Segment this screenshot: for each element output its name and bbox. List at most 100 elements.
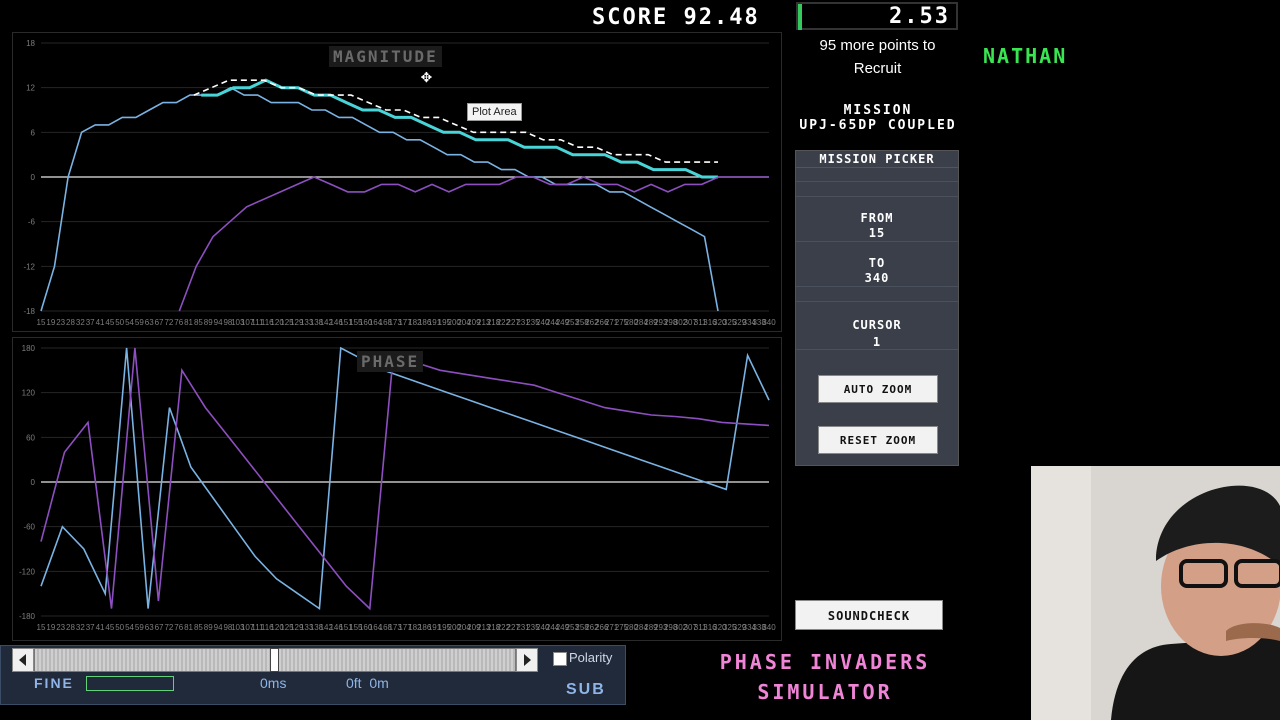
recruit-message: 95 more points to Recruit (800, 34, 955, 80)
from-value[interactable]: 15 (796, 226, 958, 240)
x-tick-label: 76 (174, 623, 183, 632)
x-tick-label: 89 (204, 318, 213, 327)
score-display: SCORE 92.48 (592, 5, 760, 30)
mission-name: UPJ-65DP COUPLED (799, 118, 957, 133)
mission-picker-title: MISSION PICKER (796, 151, 958, 168)
x-tick-label: 81 (184, 318, 193, 327)
fine-label: FINE (34, 675, 74, 691)
divider (796, 181, 958, 182)
fine-slider[interactable] (86, 676, 174, 691)
soundcheck-button[interactable]: SOUNDCHECK (795, 600, 943, 630)
score-box: 2.53 (796, 2, 958, 30)
y-tick-label: -180 (19, 612, 36, 621)
x-tick-label: 63 (145, 318, 154, 327)
y-tick-label: -120 (19, 567, 36, 576)
y-tick-label: -6 (28, 218, 36, 227)
polarity-checkbox[interactable] (553, 652, 567, 666)
app-title-line-1: PHASE INVADERS (719, 650, 931, 674)
x-tick-label: 85 (194, 623, 203, 632)
y-tick-label: -60 (23, 523, 35, 532)
player-name: NATHAN (983, 44, 1068, 68)
slider-thumb[interactable] (270, 648, 279, 672)
x-tick-label: 67 (155, 623, 164, 632)
x-tick-label: 37 (86, 318, 95, 327)
x-tick-label: 50 (115, 318, 124, 327)
x-tick-label: 45 (105, 623, 114, 632)
x-tick-label: 94 (214, 318, 223, 327)
divider (796, 196, 958, 197)
x-tick-label: 15 (37, 623, 46, 632)
scroll-right-button[interactable] (516, 648, 538, 672)
x-tick-label: 32 (76, 623, 85, 632)
cursor-value[interactable]: 1 (796, 335, 958, 349)
series-line-cyan (201, 78, 718, 179)
x-tick-label: 94 (214, 623, 223, 632)
divider (796, 241, 958, 242)
score-value: 92.48 (683, 5, 760, 30)
to-value[interactable]: 340 (796, 271, 958, 285)
x-tick-label: 15 (37, 318, 46, 327)
x-tick-label: 50 (115, 623, 124, 632)
x-tick-label: 19 (46, 318, 55, 327)
mission-picker-panel: MISSION PICKER FROM 15 TO 340 CURSOR 1 (795, 150, 959, 466)
delay-ms-readout: 0ms (260, 675, 287, 691)
score-box-indicator (798, 4, 802, 30)
x-tick-label: 340 (762, 318, 776, 327)
y-tick-label: 0 (31, 478, 36, 487)
magnitude-plot[interactable]: 18 12 6 0 -6 -12 -1815 19 23 28 32 37 41 45 50 54 59 63 67… (13, 33, 781, 331)
divider (796, 349, 958, 350)
x-tick-label: 28 (66, 318, 75, 327)
x-tick-label: 32 (76, 318, 85, 327)
x-tick-label: 76 (174, 318, 183, 327)
webcam-person-image (1031, 466, 1280, 720)
distance-readout: 0ft 0m (346, 675, 389, 691)
y-tick-label: 120 (22, 389, 36, 398)
y-tick-label: 180 (22, 344, 36, 353)
x-tick-label: 37 (86, 623, 95, 632)
x-tick-label: 340 (762, 623, 776, 632)
move-cursor-icon: ✥ (421, 66, 432, 87)
y-tick-label: -18 (23, 307, 35, 316)
reset-zoom-button[interactable]: RESET ZOOM (818, 426, 938, 454)
x-tick-label: 28 (66, 623, 75, 632)
to-label: TO (868, 256, 886, 270)
x-tick-label: 19 (46, 623, 55, 632)
recruit-line-2: Recruit (853, 60, 902, 77)
x-tick-label: 41 (96, 318, 105, 327)
phase-plot[interactable]: 180 120 60 0 -60 -120 -18015 19 23 28 32 37 41 45 50 54… (13, 338, 781, 640)
mission-info: MISSION UPJ-65DP COUPLED (780, 103, 976, 133)
x-tick-label: 41 (96, 623, 105, 632)
x-tick-label: 45 (105, 318, 114, 327)
x-tick-label: 85 (194, 318, 203, 327)
webcam-feed (1031, 466, 1280, 720)
x-tick-label: 72 (164, 318, 173, 327)
magnitude-chart[interactable]: 18 12 6 0 -6 -12 -18 15 19 23 28 32 37 41 45 50 54 59 63 67… (12, 32, 782, 332)
x-tick-label: 23 (56, 623, 65, 632)
app-title-line-2: SIMULATOR (757, 680, 893, 704)
series-line-purple (40, 347, 770, 611)
phase-chart[interactable]: 180 120 60 0 -60 -120 -180 15 19 23 28 32 37 41 45 50 54… (12, 337, 782, 641)
x-tick-label: 59 (135, 318, 144, 327)
x-tick-label: 72 (164, 623, 173, 632)
plot-area-tooltip: Plot Area (467, 103, 522, 121)
y-tick-label: 6 (31, 128, 36, 137)
chevron-left-icon (19, 654, 26, 666)
magnitude-chart-title: MAGNITUDE (329, 46, 442, 67)
divider (796, 286, 958, 287)
mission-title: MISSION (843, 103, 913, 118)
cursor-label: CURSOR (852, 318, 902, 332)
chevron-right-icon (524, 654, 531, 666)
y-tick-label: -12 (23, 262, 35, 271)
auto-zoom-button[interactable]: AUTO ZOOM (818, 375, 938, 403)
scroll-left-button[interactable] (12, 648, 34, 672)
x-tick-label: 54 (125, 318, 134, 327)
series-line-blue (40, 86, 719, 312)
divider (796, 301, 958, 302)
series-line-dash (193, 79, 718, 163)
y-tick-label: 0 (31, 173, 36, 182)
recruit-line-1: 95 more points to (819, 37, 936, 54)
series-line-blue (40, 346, 770, 611)
y-tick-label: 12 (26, 84, 35, 93)
sub-label: SUB (566, 681, 606, 698)
x-tick-label: 59 (135, 623, 144, 632)
